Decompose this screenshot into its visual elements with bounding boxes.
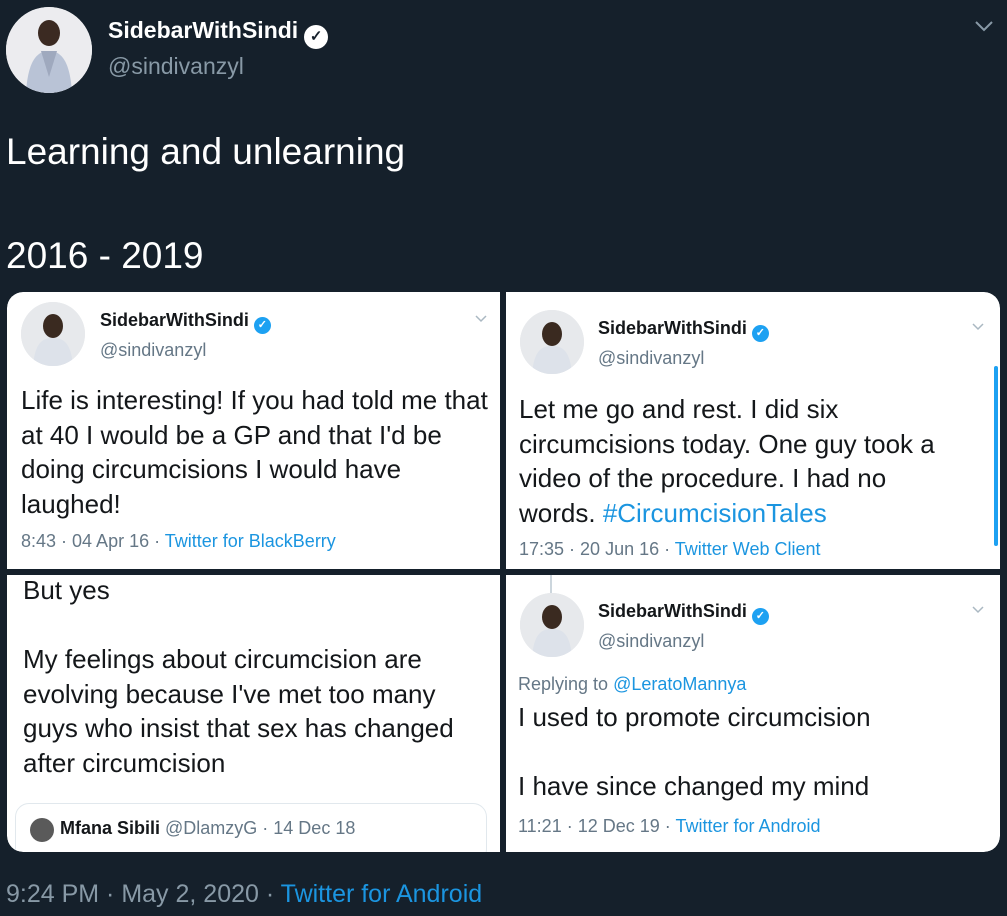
user-handle: @sindivanzyl xyxy=(100,340,207,360)
display-name-text: SidebarWithSindi xyxy=(598,601,747,621)
replying-to: Replying to @LeratoMannya xyxy=(518,674,746,695)
verified-badge-icon: ✓ xyxy=(253,317,271,334)
avatar xyxy=(21,302,85,366)
display-name[interactable]: SidebarWithSindi ✓ xyxy=(108,17,329,49)
verified-badge-icon: ✓ xyxy=(751,608,769,625)
tweet-body: But yes My feelings about circumcision a… xyxy=(23,575,454,778)
display-name: SidebarWithSindi ✓ xyxy=(100,310,271,334)
tweet-time: 17:35 · 20 Jun 16 · xyxy=(519,539,675,559)
tweet-body: Life is interesting! If you had told me … xyxy=(21,385,488,519)
tweet-text: Learning and unlearning 2016 - 2019 xyxy=(6,131,406,276)
tweet-timestamp: 9:24 PM · May 2, 2020 · Twitter for Andr… xyxy=(6,880,482,909)
replying-handle: @LeratoMannya xyxy=(613,674,747,694)
screenshot-tweet-4: SidebarWithSindi ✓ @sindivanzyl Replying … xyxy=(506,575,1000,852)
verified-badge-icon: ✓ xyxy=(751,325,769,342)
avatar xyxy=(30,818,54,842)
replying-prefix: Replying to xyxy=(518,674,614,694)
timestamp-text[interactable]: 9:24 PM · May 2, 2020 · xyxy=(6,880,281,908)
tweet-source: Twitter for Android xyxy=(675,816,821,836)
avatar xyxy=(520,310,584,374)
tweet-meta: 11:21 · 12 Dec 19 · Twitter for Android xyxy=(518,816,821,837)
display-name-text: SidebarWithSindi xyxy=(598,318,747,338)
scrollbar xyxy=(994,366,998,546)
thread-line xyxy=(550,575,552,593)
verified-badge-icon: ✓ xyxy=(304,25,329,49)
screenshot-tweet-3: But yes My feelings about circumcision a… xyxy=(7,575,500,852)
tweet-source: Twitter for BlackBerry xyxy=(164,531,336,551)
hashtag: #CircumcisionTales xyxy=(602,497,827,528)
tweet-source[interactable]: Twitter for Android xyxy=(281,880,482,908)
avatar xyxy=(520,593,584,657)
user-handle[interactable]: @sindivanzyl xyxy=(108,53,244,80)
quoted-tweet-header: Mfana Sibili @DlamzyG · 14 Dec 18 xyxy=(60,818,355,839)
quoted-meta: @DlamzyG · 14 Dec 18 xyxy=(160,818,356,838)
quoted-tweet: Mfana Sibili @DlamzyG · 14 Dec 18 xyxy=(15,803,487,852)
chevron-down-icon xyxy=(970,601,986,617)
user-handle: @sindivanzyl xyxy=(598,631,705,651)
display-name: SidebarWithSindi ✓ xyxy=(598,601,769,625)
user-handle: @sindivanzyl xyxy=(598,348,705,368)
quoted-name: Mfana Sibili xyxy=(60,818,161,838)
tweet-time: 8:43 · 04 Apr 16 · xyxy=(21,531,165,551)
tweet-image[interactable]: SidebarWithSindi ✓ @sindivanzyl Life is i… xyxy=(7,292,1000,852)
chevron-down-icon[interactable] xyxy=(972,14,996,38)
chevron-down-icon xyxy=(970,318,986,334)
tweet-body: Let me go and rest. I did six circumcisi… xyxy=(519,392,959,530)
display-name-text[interactable]: SidebarWithSindi xyxy=(108,17,298,43)
chevron-down-icon xyxy=(473,310,489,326)
display-name-text: SidebarWithSindi xyxy=(100,310,249,330)
tweet-body: I used to promote circumcision I have si… xyxy=(518,702,871,801)
tweet-time: 11:21 · 12 Dec 19 · xyxy=(518,816,676,836)
display-name: SidebarWithSindi ✓ xyxy=(598,318,769,342)
screenshot-tweet-2: SidebarWithSindi ✓ @sindivanzyl Let me go… xyxy=(506,292,1000,569)
screenshot-tweet-1: SidebarWithSindi ✓ @sindivanzyl Life is i… xyxy=(7,292,500,569)
avatar[interactable] xyxy=(6,7,92,93)
tweet-meta: 17:35 · 20 Jun 16 · Twitter Web Client xyxy=(519,539,821,560)
tweet-meta: 8:43 · 04 Apr 16 · Twitter for BlackBerr… xyxy=(21,531,336,552)
tweet-source: Twitter Web Client xyxy=(674,539,821,559)
